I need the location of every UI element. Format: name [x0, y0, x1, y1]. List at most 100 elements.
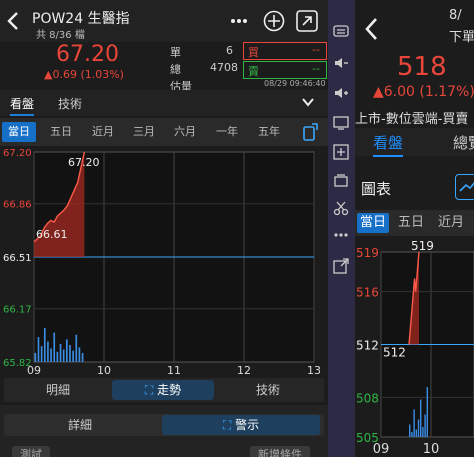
y-tick-label: 66.51 — [3, 253, 32, 264]
right-volume-bar — [420, 399, 422, 437]
period-tab-6m[interactable]: 六月 — [168, 122, 202, 142]
left-stock-panel: POW24 生醫指 共 8/36 檔 67.20 ▲0.69 (1.03%) 單… — [0, 0, 328, 457]
right-period-tab-5d[interactable]: 五日 — [395, 213, 427, 233]
volume-bar — [75, 334, 78, 362]
stock-count-subtitle[interactable]: 共 8/36 檔 — [36, 26, 85, 41]
single-value: 6 — [226, 44, 233, 57]
screen-icon[interactable] — [333, 116, 349, 130]
back-arrow-icon[interactable] — [6, 10, 20, 32]
right-tab-watch[interactable]: 看盤 — [373, 132, 404, 157]
sell-value: -- — [312, 62, 320, 75]
period-tab-1y[interactable]: 一年 — [210, 122, 244, 142]
period-tab-5y[interactable]: 五年 — [252, 122, 286, 142]
volume-bar — [56, 351, 59, 362]
right-y-tick-label: 516 — [356, 286, 379, 300]
volume-bar — [81, 352, 84, 362]
right-low-label: 512 — [383, 346, 406, 360]
x-tick-label: 12 — [237, 364, 251, 377]
right-x-tick-label: 10 — [423, 442, 440, 457]
high-price-label: 67.20 — [68, 156, 100, 169]
total-label: 總 — [170, 63, 181, 76]
right-back-arrow-icon[interactable] — [363, 16, 379, 42]
volume-bar — [43, 328, 46, 362]
y-tick-label: 67.20 — [3, 148, 32, 159]
buy-value: -- — [312, 43, 320, 56]
buy-box[interactable]: 買 -- — [243, 42, 327, 60]
chart-type-icon[interactable] — [455, 174, 474, 200]
add-condition-button[interactable]: 新增條件 — [250, 446, 310, 457]
mode-button-trend[interactable]: ⛶ 走勢 — [112, 380, 214, 400]
volume-bar — [37, 337, 40, 362]
scissors-icon[interactable] — [333, 200, 349, 216]
rotate-screen-icon[interactable] — [302, 122, 320, 142]
add-window-icon[interactable] — [333, 144, 349, 160]
alert-bracket-icon: ⛶ — [222, 418, 232, 432]
period-tab-3m[interactable]: 三月 — [127, 122, 161, 142]
right-volume-bar — [417, 419, 420, 437]
view-tab-bar — [0, 90, 328, 116]
right-volume-bar — [426, 387, 428, 437]
volume-bar — [62, 349, 65, 362]
left-intraday-chart: 09 10 11 12 1367.2066.8666.5166.1765.8267.20… — [3, 148, 321, 377]
volume-up-icon[interactable] — [333, 86, 349, 100]
expand-icon[interactable] — [296, 10, 318, 32]
volume-bar — [66, 339, 68, 362]
mode-button-technical[interactable]: 技術 — [220, 380, 316, 400]
volume-down-icon[interactable] — [333, 56, 349, 70]
mode-button-trend-label: 走勢 — [157, 383, 182, 397]
y-tick-label: 66.86 — [3, 200, 32, 211]
test-button[interactable]: 測試 — [12, 446, 50, 457]
right-stock-panel: 8/ 下單 518 ▲6.00 (1.17%) 上市-數位雲端-買賣 看盤 總覽… — [355, 0, 474, 457]
right-y-tick-label: 512 — [356, 339, 379, 353]
right-y-tick-label: 508 — [356, 391, 379, 405]
low-price-label: 66.61 — [36, 228, 68, 241]
tab-watch[interactable]: 看盤 — [10, 95, 35, 116]
chevron-down-icon[interactable] — [300, 95, 316, 109]
period-tab-today[interactable]: 當日 — [2, 122, 36, 142]
sell-box[interactable]: 賣 -- — [243, 61, 327, 79]
tab-technical[interactable]: 技術 — [58, 95, 82, 112]
detail-button[interactable]: 詳細 — [10, 415, 150, 435]
mode-button-detail[interactable]: 明細 — [10, 380, 106, 400]
right-volume-bar — [424, 414, 426, 437]
volume-bar — [53, 332, 56, 362]
right-market-subtitle: 上市-數位雲端-買賣 — [355, 112, 469, 127]
stock-price: 67.20 — [56, 42, 119, 67]
tool-strip — [328, 0, 355, 457]
layers-icon[interactable] — [333, 173, 349, 187]
right-count: 8/ — [449, 8, 462, 23]
right-volume-bar — [409, 424, 411, 437]
buy-label: 買 — [248, 46, 259, 59]
right-order-label: 下單 — [449, 30, 474, 45]
plus-icon[interactable] — [263, 10, 285, 32]
stock-change: ▲0.69 (1.03%) — [44, 68, 124, 81]
right-volume-bar — [422, 427, 424, 437]
period-tab-5d[interactable]: 五日 — [44, 122, 78, 142]
volume-bar — [47, 341, 49, 362]
right-chart-title: 圖表 — [361, 180, 392, 198]
volume-bar — [34, 352, 37, 362]
timestamp: 08/29 09:46:40 — [264, 79, 326, 88]
x-tick-label: 13 — [307, 364, 321, 377]
right-period-tab-today[interactable]: 當日 — [357, 213, 389, 233]
external-link-icon[interactable] — [333, 258, 349, 274]
more-icon[interactable] — [230, 12, 248, 30]
more-vertical-icon[interactable] — [333, 228, 349, 242]
right-change: ▲6.00 (1.17%) — [373, 84, 474, 100]
total-value: 4708 — [210, 61, 238, 74]
right-tab-overview[interactable]: 總覽 — [453, 132, 474, 153]
y-tick-label: 66.17 — [3, 305, 32, 316]
volume-bar — [40, 346, 43, 362]
trend-bracket-icon: ⛶ — [144, 383, 154, 397]
volume-bar — [72, 350, 74, 362]
volume-bar — [78, 347, 81, 362]
right-volume-bar — [413, 409, 415, 437]
right-intraday-chart: 09 10519516512508505519512 — [356, 239, 474, 457]
right-period-tab-1m[interactable]: 近月 — [435, 213, 467, 233]
sell-label: 賣 — [248, 65, 259, 78]
alert-button-label: 警示 — [235, 418, 260, 432]
keyboard-icon[interactable] — [333, 24, 349, 38]
alert-button[interactable]: ⛶ 警示 — [162, 415, 320, 435]
single-label: 單 — [170, 46, 181, 59]
period-tab-1m[interactable]: 近月 — [86, 122, 120, 142]
